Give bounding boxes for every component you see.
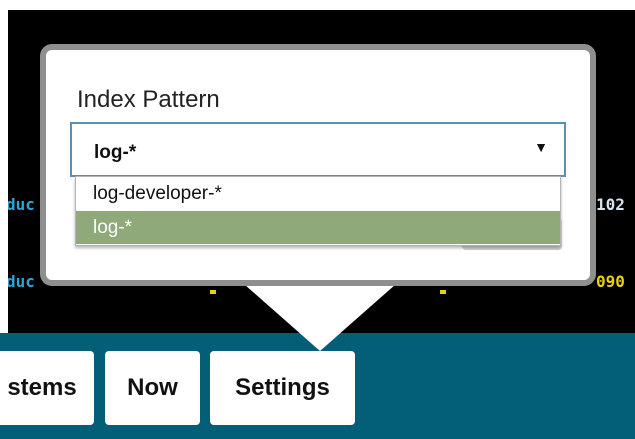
terminal-fragment <box>210 290 216 294</box>
index-pattern-select[interactable]: log-* ▼ <box>70 122 566 177</box>
dropdown-arrow-icon[interactable]: ▼ <box>534 139 548 155</box>
option-log-developer[interactable]: log-developer-* <box>76 177 560 210</box>
index-pattern-options-list: log-developer-* log-* <box>75 176 561 246</box>
index-pattern-label: Index Pattern <box>77 86 220 113</box>
settings-button[interactable]: Settings <box>210 351 355 425</box>
items-button[interactable]: stems <box>0 351 94 425</box>
popover-pointer <box>236 277 404 351</box>
terminal-fragment <box>440 290 446 294</box>
terminal-text-left-1: duc <box>8 195 35 214</box>
select-current-value: log-* <box>94 142 137 163</box>
terminal-text-right-2: 090 <box>596 272 625 291</box>
terminal-text-right-1: 102 <box>596 195 625 214</box>
option-log[interactable]: log-* <box>76 211 560 244</box>
terminal-text-left-2: duc <box>8 272 35 291</box>
now-button[interactable]: Now <box>105 351 200 425</box>
